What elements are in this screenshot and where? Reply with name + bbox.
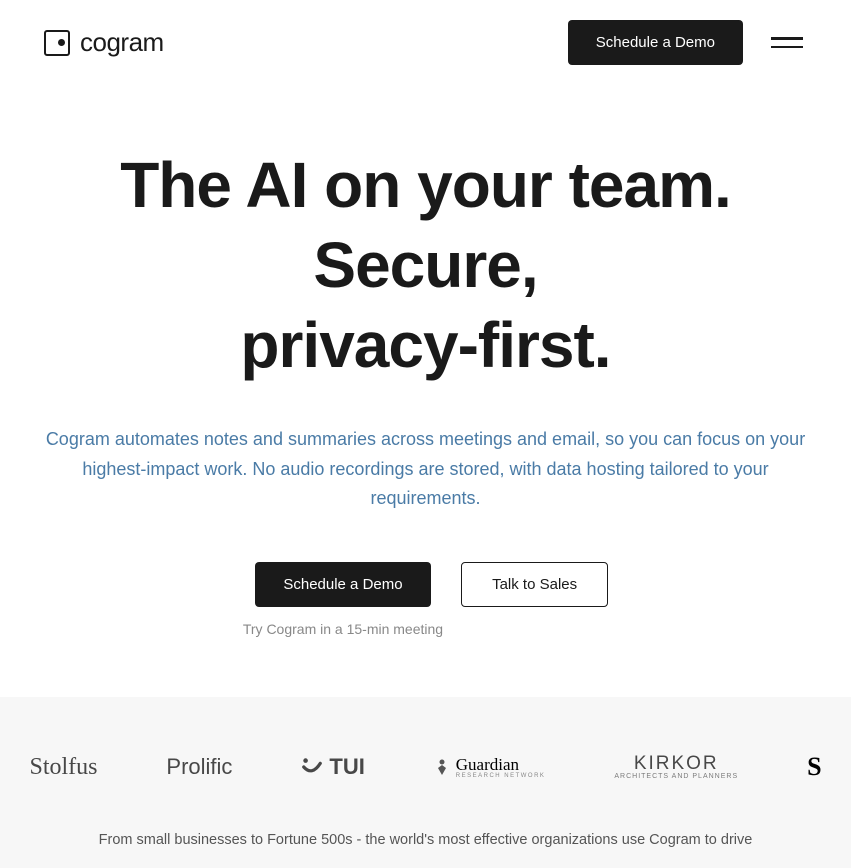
header-schedule-demo-button[interactable]: Schedule a Demo xyxy=(568,20,743,65)
client-logo-kirkor-subtext: ARCHITECTS AND PLANNERS xyxy=(614,773,738,780)
client-logo-guardian: Guardian RESEARCH NETWORK xyxy=(434,756,546,779)
social-proof-text: From small businesses to Fortune 500s - … xyxy=(0,832,851,848)
client-logo-kirkor-text: KIRKOR xyxy=(634,754,719,773)
clients-section: Stolfus Prolific TUI Guardian RESEARCH N… xyxy=(0,697,851,868)
hero-title-line3: privacy-first. xyxy=(240,309,610,381)
hero-title: The AI on your team. Secure, privacy-fir… xyxy=(44,145,807,385)
client-logo-guardian-subtext: RESEARCH NETWORK xyxy=(456,773,546,779)
logo-text: cogram xyxy=(80,27,164,58)
clients-logo-row: Stolfus Prolific TUI Guardian RESEARCH N… xyxy=(0,752,851,782)
client-logo-kirkor: KIRKOR ARCHITECTS AND PLANNERS xyxy=(614,754,738,780)
hero-subtitle: Cogram automates notes and summaries acr… xyxy=(46,425,806,514)
schedule-demo-button[interactable]: Schedule a Demo xyxy=(255,562,430,607)
client-logo-prolific-text: Prolific xyxy=(166,754,232,780)
logo-mark-icon xyxy=(44,30,70,56)
shield-person-icon xyxy=(434,758,450,776)
hero-title-line1: The AI on your team. xyxy=(120,149,731,221)
client-logo-tui-text: TUI xyxy=(329,754,364,780)
header-actions: Schedule a Demo xyxy=(568,20,807,65)
logo[interactable]: cogram xyxy=(44,27,164,58)
primary-cta-column: Schedule a Demo Try Cogram in a 15-min m… xyxy=(243,562,443,637)
client-logo-stolfus: Stolfus xyxy=(29,754,97,781)
hero-title-line2: Secure, xyxy=(313,229,537,301)
talk-to-sales-button[interactable]: Talk to Sales xyxy=(461,562,608,607)
client-logo-guardian-text: Guardian xyxy=(456,756,546,773)
smile-icon xyxy=(301,756,323,778)
client-logo-prolific: Prolific xyxy=(166,754,232,780)
cta-row: Schedule a Demo Try Cogram in a 15-min m… xyxy=(44,562,807,637)
hamburger-menu-icon[interactable] xyxy=(767,33,807,52)
client-logo-tui: TUI xyxy=(301,754,364,780)
site-header: cogram Schedule a Demo xyxy=(0,0,851,85)
schedule-demo-helper: Try Cogram in a 15-min meeting xyxy=(243,621,443,637)
client-logo-partial: S xyxy=(807,752,821,782)
client-logo-partial-text: S xyxy=(807,752,821,781)
hero-section: The AI on your team. Secure, privacy-fir… xyxy=(0,85,851,637)
client-logo-stolfus-text: Stolfus xyxy=(29,754,97,781)
